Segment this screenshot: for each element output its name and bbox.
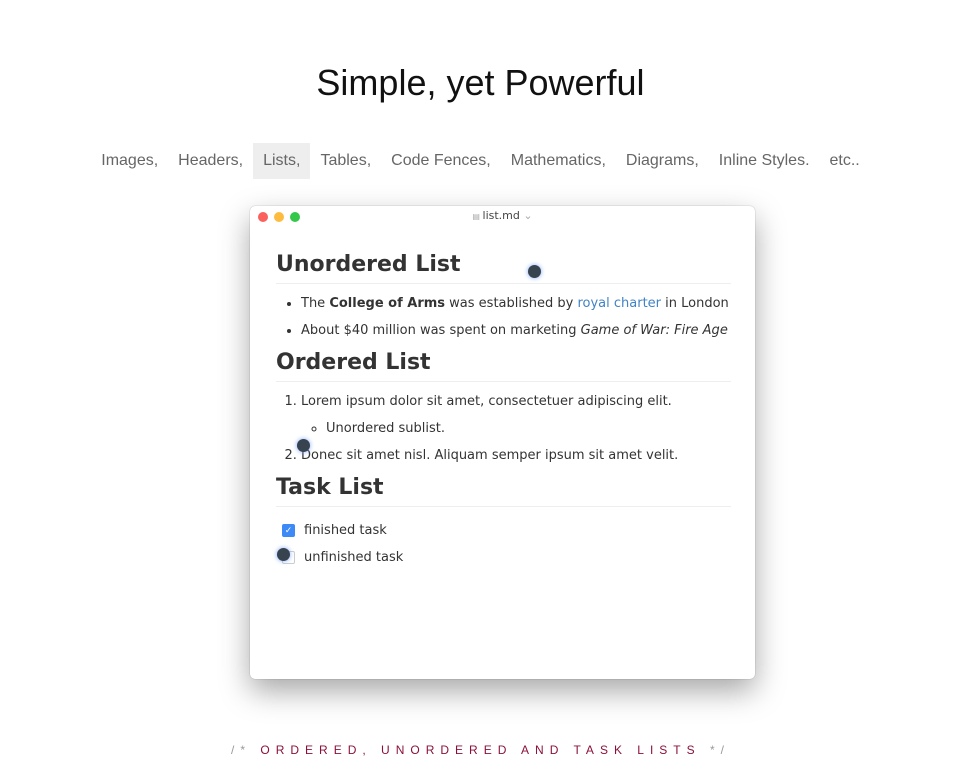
cursor-indicator [528,265,541,278]
task-item: ✓ finished task [282,523,731,538]
feature-etc[interactable]: etc.. [820,143,870,179]
list-item: The College of Arms was established by r… [301,296,731,311]
caption: /* ORDERED, UNORDERED AND TASK LISTS */ [231,743,730,757]
feature-diagrams[interactable]: Diagrams, [616,143,709,179]
chevron-down-icon: ⌄ [519,209,533,222]
window-title[interactable]: ▤ list.md ⌄ [250,209,755,222]
heading-tasks: Task List [276,475,731,507]
feature-mathematics[interactable]: Mathematics, [501,143,616,179]
task-item: unfinished task [282,550,731,565]
heading-unordered: Unordered List [276,252,731,284]
file-icon: ▤ [472,212,483,221]
feature-images[interactable]: Images, [91,143,168,179]
list-item: Lorem ipsum dolor sit amet, consectetuer… [301,394,731,436]
unordered-list: The College of Arms was established by r… [276,296,731,338]
sublist-item: Unordered sublist. [326,421,731,436]
feature-code-fences[interactable]: Code Fences, [381,143,501,179]
feature-lists[interactable]: Lists, [253,143,311,179]
checkbox-checked[interactable]: ✓ [282,524,295,537]
document-content[interactable]: Unordered List The College of Arms was e… [276,252,731,577]
royal-charter-link[interactable]: royal charter [577,296,661,311]
feature-headers[interactable]: Headers, [168,143,253,179]
list-item: Donec sit amet nisl. Aliquam semper ipsu… [301,448,731,463]
list-item: About $40 million was spent on marketing… [301,323,731,338]
ordered-list: Lorem ipsum dolor sit amet, consectetuer… [276,394,731,463]
page-title: Simple, yet Powerful [316,62,645,103]
cursor-indicator [277,548,290,561]
app-window: ▤ list.md ⌄ Unordered List The College o… [250,206,755,679]
cursor-indicator [297,439,310,452]
feature-inline-styles[interactable]: Inline Styles. [709,143,820,179]
feature-tables[interactable]: Tables, [310,143,381,179]
heading-ordered: Ordered List [276,350,731,382]
feature-nav: Images, Headers, Lists, Tables, Code Fen… [0,143,961,179]
